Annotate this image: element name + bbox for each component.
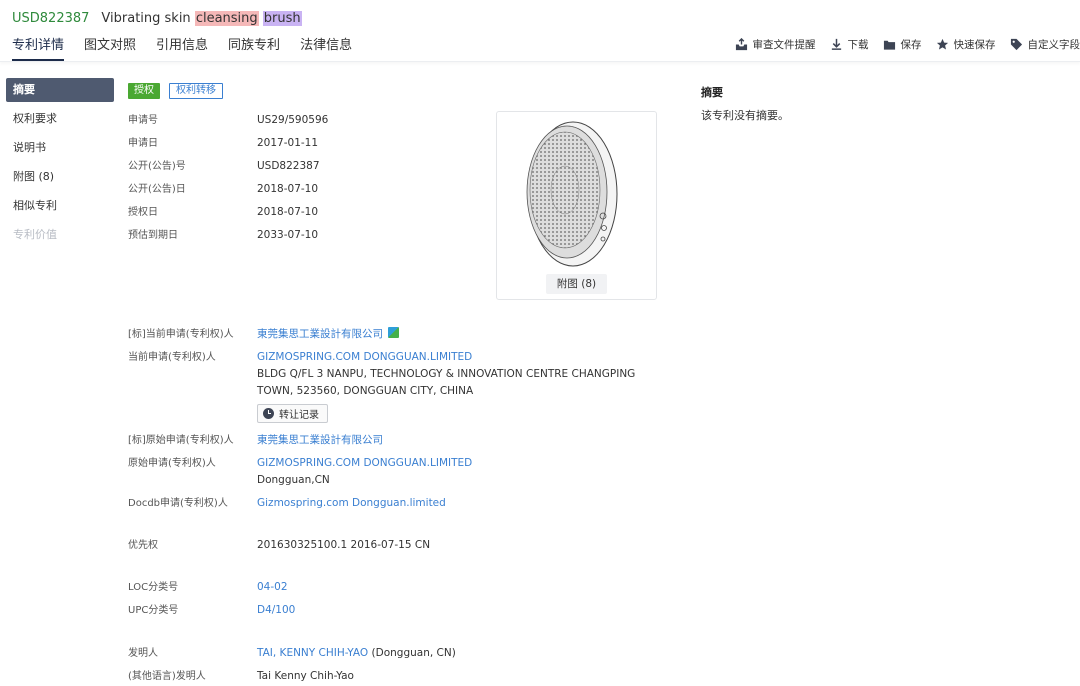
save-label: 保存 <box>900 39 922 51</box>
loc-class-label: LOC分类号 <box>128 582 179 593</box>
tab-list: 专利详情 图文对照 引用信息 同族专利 法律信息 <box>12 36 352 61</box>
title-highlight-brush: brush <box>262 10 302 26</box>
upc-class-link[interactable]: D4/100 <box>257 602 295 619</box>
publication-number: USD822387 <box>12 10 90 26</box>
priority-value: 201630325100.1 2016-07-15 CN <box>257 539 431 551</box>
tab-legal[interactable]: 法律信息 <box>300 36 352 61</box>
quick-save-label: 快速保存 <box>953 39 996 51</box>
current-assignee-link[interactable]: GIZMOSPRING.COM DONGGUAN.LIMITED <box>257 349 472 366</box>
transfer-badge[interactable]: 权利转移 <box>169 83 223 99</box>
grant-date-value: 2018-07-10 <box>257 206 319 218</box>
inventor-label: 发明人 <box>128 648 158 659</box>
folder-icon <box>883 40 895 50</box>
publication-date-label: 公开(公告)日 <box>128 184 186 195</box>
status-badges: 授权 权利转移 <box>128 83 223 99</box>
nav-claims[interactable]: 权利要求 <box>6 107 114 131</box>
application-number-value: US29/590596 <box>257 114 329 126</box>
title-row: USD822387 Vibrating skin cleansing brush <box>12 8 302 28</box>
transfer-record-button[interactable]: 转让记录 <box>257 404 328 423</box>
std-original-assignee-link[interactable]: 東莞集思工業設計有限公司 <box>257 432 383 449</box>
figure-preview[interactable]: 附图 (8) <box>496 111 657 300</box>
current-assignee-address-1: BLDG Q/FL 3 NANPU, TECHNOLOGY & INNOVATI… <box>257 368 636 380</box>
custom-fields-label: 自定义字段 <box>1027 39 1080 51</box>
grant-date-label: 授权日 <box>128 207 158 218</box>
nav-patent-value: 专利价值 <box>13 228 57 241</box>
other-language-inventor-value: Tai Kenny Chih-Yao <box>257 670 354 682</box>
abstract-heading: 摘要 <box>701 86 723 99</box>
expiry-date-label: 预估到期日 <box>128 230 178 241</box>
tab-family[interactable]: 同族专利 <box>228 36 280 61</box>
original-assignee-link[interactable]: GIZMOSPRING.COM DONGGUAN.LIMITED <box>257 455 472 472</box>
inventor-value: TAI, KENNY CHIH-YAO (Dongguan, CN) <box>257 645 456 662</box>
loc-class-link[interactable]: 04-02 <box>257 579 288 596</box>
tab-patent-details[interactable]: 专利详情 <box>12 36 65 61</box>
custom-fields-button[interactable]: 自定义字段 <box>1010 37 1080 52</box>
current-assignee-label: 当前申请(专利权)人 <box>128 352 216 363</box>
std-current-assignee-link[interactable]: 東莞集思工業設計有限公司 <box>257 328 383 340</box>
inbox-upload-icon <box>735 38 747 51</box>
nav-similar-patents[interactable]: 相似专利 <box>6 194 114 218</box>
publication-number-value: USD822387 <box>257 160 320 172</box>
figure-count-button[interactable]: 附图 (8) <box>546 274 607 294</box>
std-current-assignee: 東莞集思工業設計有限公司 <box>257 326 399 343</box>
application-date-value: 2017-01-11 <box>257 137 319 149</box>
publication-date-value: 2018-07-10 <box>257 183 319 195</box>
tab-text-image[interactable]: 图文对照 <box>84 36 136 61</box>
publication-number-label: 公开(公告)号 <box>128 161 186 172</box>
inventor-link[interactable]: TAI, KENNY CHIH-YAO <box>257 647 368 659</box>
other-language-inventor-label: (其他语言)发明人 <box>128 671 206 682</box>
transfer-record-label: 转让记录 <box>279 410 319 421</box>
download-button[interactable]: 下载 <box>830 37 869 52</box>
section-nav: 摘要 权利要求 说明书 附图 (8) 相似专利 专利价值 <box>6 78 114 252</box>
nav-description[interactable]: 说明书 <box>6 136 114 160</box>
download-label: 下载 <box>847 39 869 51</box>
nav-figures[interactable]: 附图 (8) <box>6 165 114 189</box>
star-icon <box>936 38 948 50</box>
priority-label: 优先权 <box>128 540 158 551</box>
brush-drawing-image <box>526 121 618 267</box>
title-highlight-cleansing: cleansing <box>194 10 259 26</box>
original-assignee-label: 原始申请(专利权)人 <box>128 458 216 469</box>
save-button[interactable]: 保存 <box>883 37 922 52</box>
std-original-assignee-label: [标]原始申请(专利权)人 <box>128 435 234 446</box>
tabs-bar: 专利详情 图文对照 引用信息 同族专利 法律信息 审查文件提醒 下载 保存 快速… <box>0 32 1080 62</box>
company-flag-icon <box>388 327 399 338</box>
tag-icon <box>1010 38 1022 51</box>
review-reminder-button[interactable]: 审查文件提醒 <box>735 37 816 52</box>
upc-class-label: UPC分类号 <box>128 605 179 616</box>
download-icon <box>831 38 841 50</box>
granted-badge: 授权 <box>128 83 160 99</box>
clock-icon <box>263 408 274 419</box>
docdb-assignee-link[interactable]: Gizmospring.com Dongguan.limited <box>257 495 446 512</box>
tab-citations[interactable]: 引用信息 <box>156 36 208 61</box>
title-part: Vibrating skin <box>101 10 195 26</box>
application-number-label: 申请号 <box>128 115 158 126</box>
abstract-text: 该专利没有摘要。 <box>701 109 789 122</box>
toolbar: 审查文件提醒 下载 保存 快速保存 自定义字段 <box>735 37 1080 52</box>
std-current-assignee-label: [标]当前申请(专利权)人 <box>128 329 234 340</box>
expiry-date-value: 2033-07-10 <box>257 229 319 241</box>
docdb-assignee-label: Docdb申请(专利权)人 <box>128 498 228 509</box>
nav-abstract[interactable]: 摘要 <box>6 78 114 102</box>
original-assignee-location: Dongguan,CN <box>257 474 330 486</box>
inventor-location: (Dongguan, CN) <box>371 647 456 659</box>
quick-save-button[interactable]: 快速保存 <box>936 37 996 52</box>
patent-title: Vibrating skin cleansing brush <box>101 10 302 26</box>
current-assignee-address-2: TOWN, 523560, DONGGUAN CITY, CHINA <box>257 385 474 397</box>
review-reminder-label: 审查文件提醒 <box>752 39 816 51</box>
application-date-label: 申请日 <box>128 138 158 149</box>
